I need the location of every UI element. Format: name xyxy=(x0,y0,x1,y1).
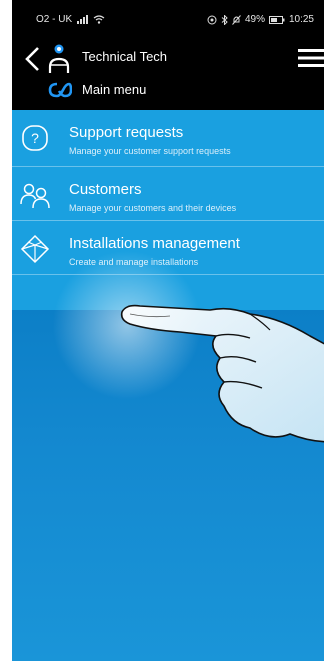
phone-screen: O2 - UK 49% 10:25 Technical Tech Main me… xyxy=(12,0,324,661)
wifi-icon xyxy=(93,15,105,24)
pointing-hand-icon xyxy=(120,304,324,443)
bluetooth-icon xyxy=(221,14,228,25)
help-circle-icon: ? xyxy=(22,125,48,151)
svg-text:?: ? xyxy=(31,130,39,146)
app-bar: Technical Tech Main menu xyxy=(12,38,324,110)
menu-item-description: Manage your customer support requests xyxy=(69,146,231,156)
page-subtitle: Main menu xyxy=(82,82,147,97)
nfc-icon xyxy=(207,15,217,24)
menu-item-description: Create and manage installations xyxy=(69,257,199,267)
signal-icon xyxy=(77,15,89,24)
clock-time: 10:25 xyxy=(288,14,314,25)
status-right: 49% 10:25 xyxy=(207,14,314,25)
menu-item-title: Installations management xyxy=(69,235,240,252)
status-left: O2 - UK xyxy=(36,14,105,25)
back-arrow-icon[interactable] xyxy=(22,42,44,76)
battery-icon xyxy=(268,15,285,24)
users-icon xyxy=(20,183,50,209)
menu-item-support-requests[interactable]: ? Support requests Manage your customer … xyxy=(12,110,324,167)
carrier-label: O2 - UK xyxy=(36,14,73,25)
hamburger-menu-icon[interactable] xyxy=(298,48,324,68)
status-bar: O2 - UK 49% 10:25 xyxy=(12,0,324,38)
brand-logo-icon xyxy=(48,82,72,98)
menu-item-customers[interactable]: Customers Manage your customers and thei… xyxy=(12,167,324,221)
menu-item-title: Support requests xyxy=(69,124,184,141)
cube-icon xyxy=(20,234,50,264)
battery-percent: 49% xyxy=(244,14,265,25)
mute-icon xyxy=(232,14,241,25)
menu-item-installations-management[interactable]: Installations management Create and mana… xyxy=(12,221,324,275)
technician-icon xyxy=(48,44,70,73)
menu-item-title: Customers xyxy=(69,181,142,198)
main-menu-list: ? Support requests Manage your customer … xyxy=(12,110,324,275)
app-title: Technical Tech xyxy=(82,49,168,64)
menu-item-description: Manage your customers and their devices xyxy=(69,203,237,213)
